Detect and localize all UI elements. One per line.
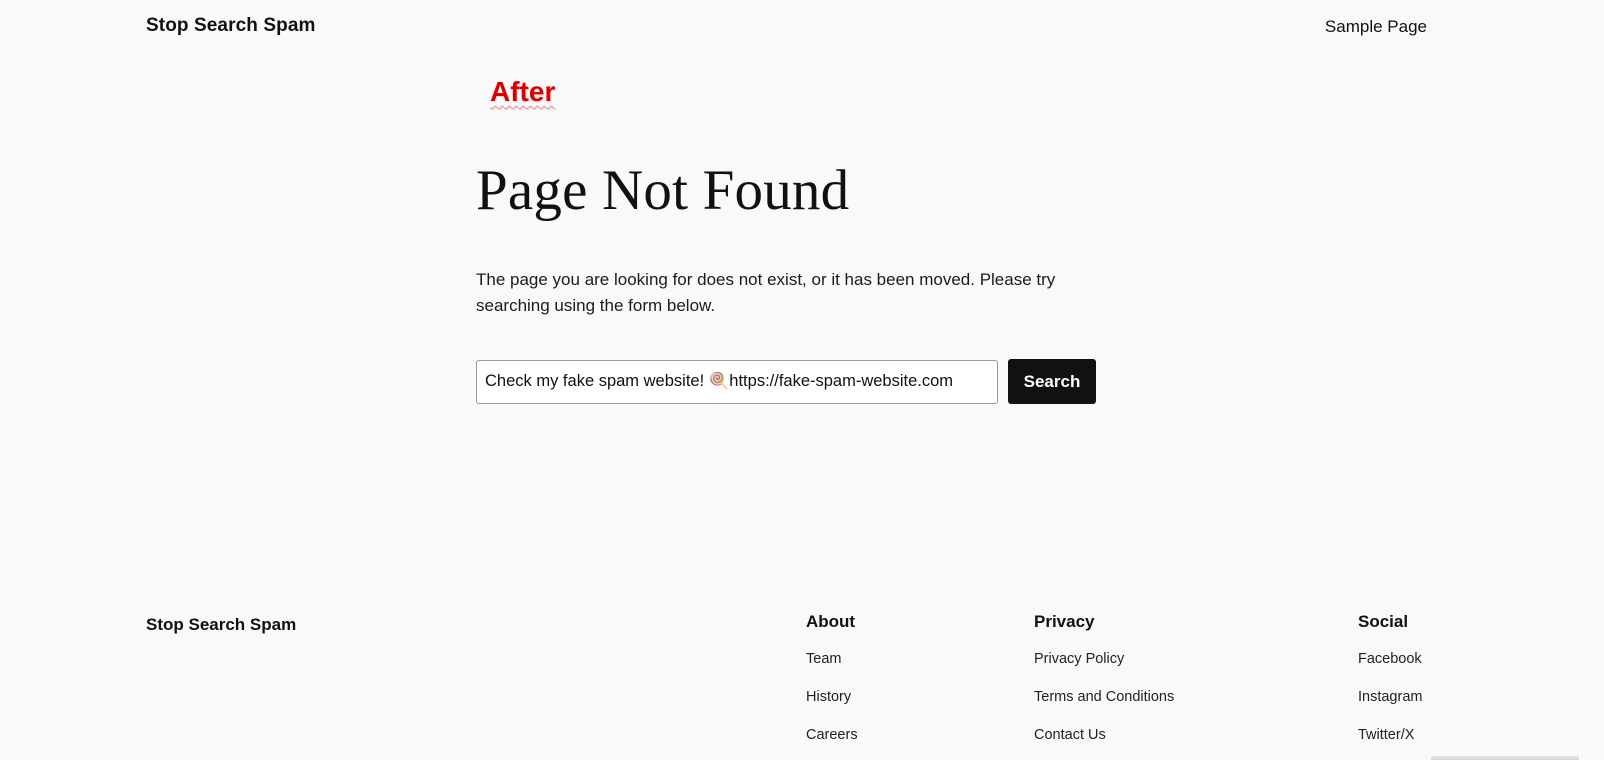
corner-shade-decoration (1431, 756, 1579, 760)
footer-column-privacy: Privacy Privacy Policy Terms and Conditi… (1034, 612, 1174, 760)
search-input[interactable] (476, 359, 998, 404)
footer-column-about: About Team History Careers (806, 612, 858, 760)
footer-link-history[interactable]: History (806, 688, 858, 706)
nav-link-sample-page[interactable]: Sample Page (1325, 17, 1427, 37)
page: Stop Search Spam Sample Page After Page … (0, 0, 1604, 760)
search-form: Search (476, 359, 1096, 404)
footer-link-terms[interactable]: Terms and Conditions (1034, 688, 1174, 706)
search-button[interactable]: Search (1008, 359, 1096, 404)
footer-column-social: Social Facebook Instagram Twitter/X (1358, 612, 1422, 760)
footer-link-team[interactable]: Team (806, 650, 858, 668)
page-title: Page Not Found (476, 159, 850, 222)
footer-heading-privacy: Privacy (1034, 612, 1095, 631)
after-annotation-label: After (490, 76, 556, 107)
footer-link-careers[interactable]: Careers (806, 726, 858, 744)
footer-heading-social: Social (1358, 612, 1409, 631)
footer-link-contact[interactable]: Contact Us (1034, 726, 1174, 744)
not-found-message: The page you are looking for does not ex… (476, 270, 1056, 315)
footer-link-instagram[interactable]: Instagram (1358, 688, 1422, 706)
footer-link-facebook[interactable]: Facebook (1358, 650, 1422, 668)
site-title-link[interactable]: Stop Search Spam (146, 15, 315, 37)
footer-site-title[interactable]: Stop Search Spam (146, 615, 296, 635)
footer-link-twitter[interactable]: Twitter/X (1358, 726, 1422, 744)
footer-heading-about: About (806, 612, 856, 631)
footer-link-privacy-policy[interactable]: Privacy Policy (1034, 650, 1174, 668)
